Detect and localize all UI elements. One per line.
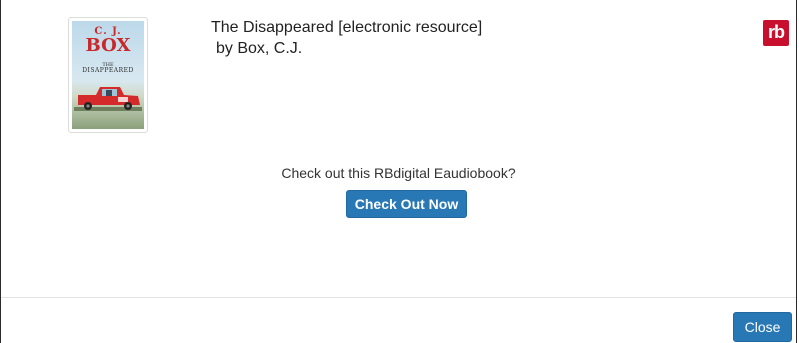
book-cover-art: C. J. BOX THE DISAPPEARED [72, 21, 144, 129]
cover-title-line2: DISAPPEARED [82, 67, 134, 75]
checkout-dialog: C. J. BOX THE DISAPPEARED The Disappeare… [0, 0, 797, 343]
book-cover[interactable]: C. J. BOX THE DISAPPEARED [68, 17, 148, 133]
check-out-now-button[interactable]: Check Out Now [346, 190, 467, 218]
book-title: The Disappeared [electronic resource] [211, 19, 483, 36]
checkout-prompt: Check out this RBdigital Eaudiobook? [281, 165, 516, 181]
cover-author: C. J. BOX [72, 22, 144, 55]
book-author: by Box, C.J. [216, 40, 303, 57]
rbdigital-logo-icon: rb [763, 20, 789, 46]
truck-illustration-icon [74, 87, 142, 111]
cover-title: THE DISAPPEARED [72, 62, 144, 75]
footer-divider [1, 297, 796, 298]
close-button[interactable]: Close [733, 312, 792, 342]
cover-author-line2: BOX [85, 35, 131, 56]
